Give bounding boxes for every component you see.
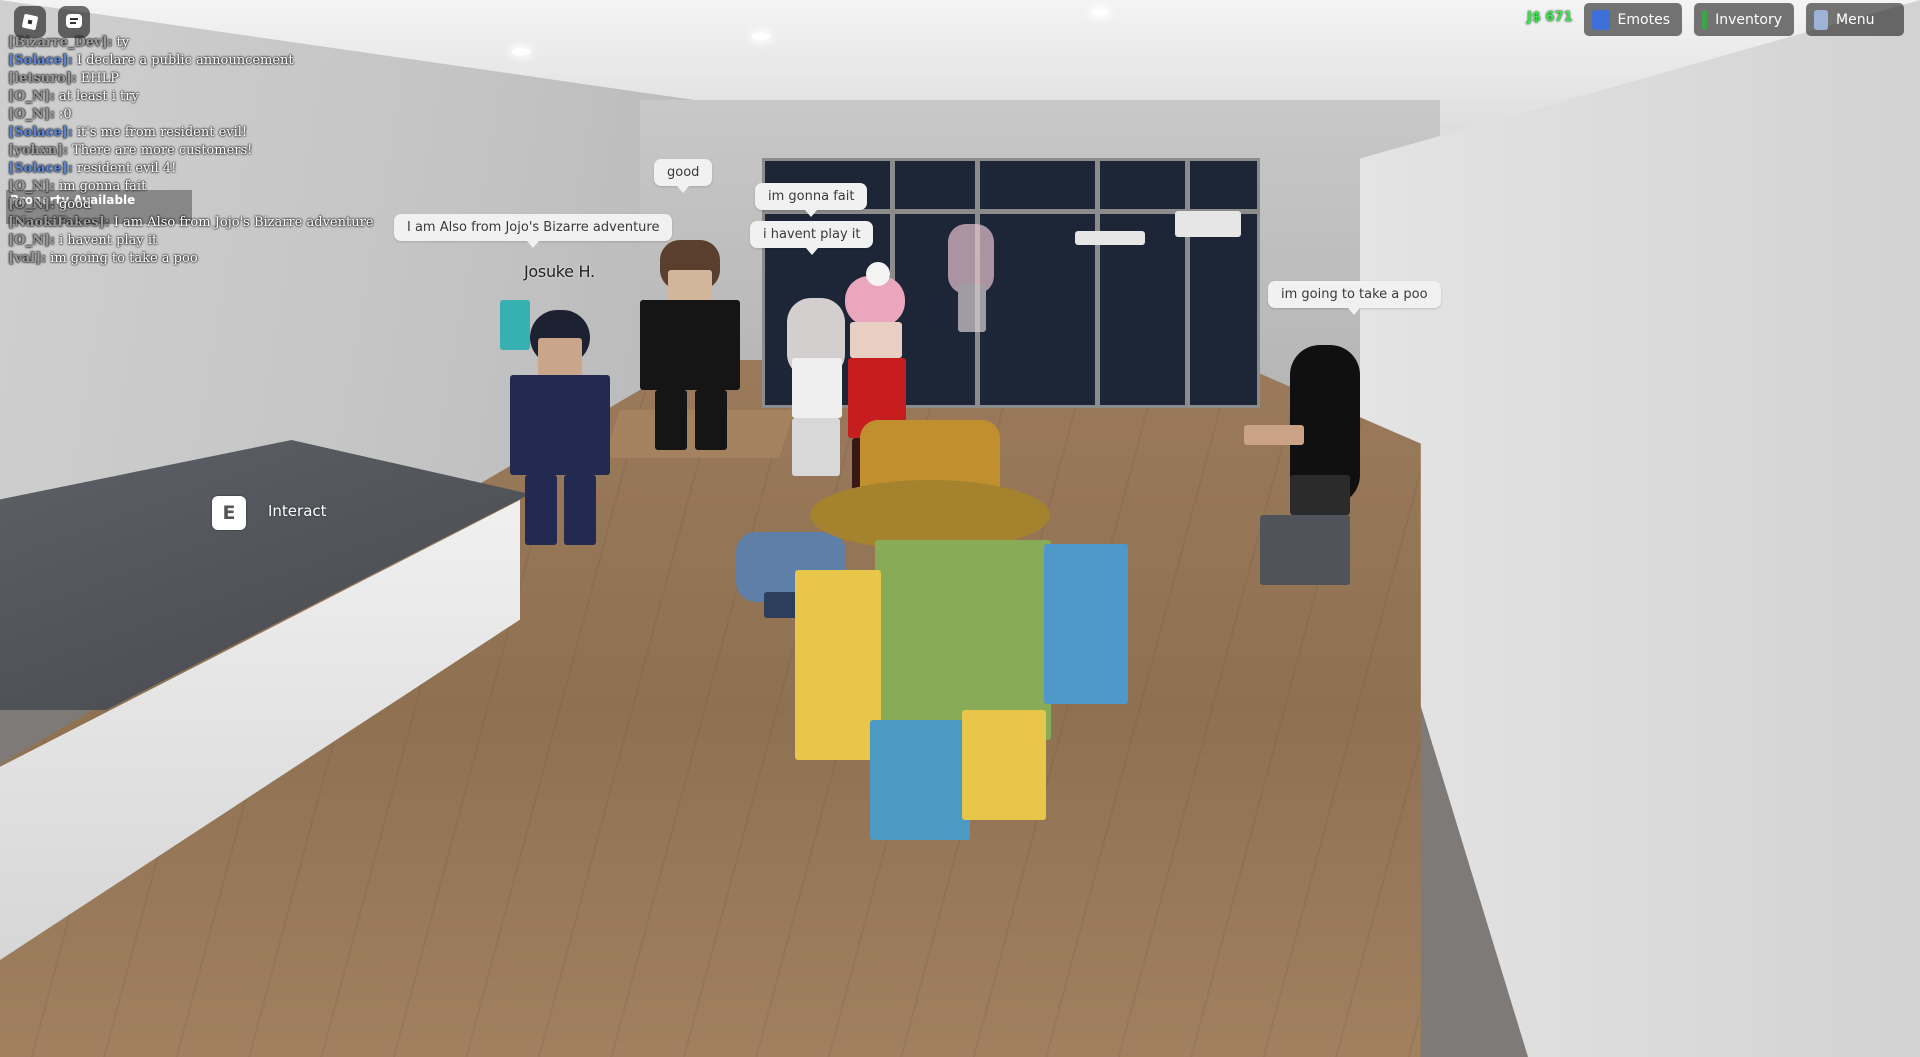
chat-text: There are more customers!: [72, 143, 253, 158]
chat-speaker[interactable]: [O_N]:: [8, 179, 55, 194]
chat-speaker[interactable]: [O_N]:: [8, 107, 55, 122]
chat-message: [O_N]: good: [8, 196, 428, 214]
chat-text: resident evil 4!: [76, 161, 177, 176]
right-wall: [1360, 0, 1920, 1057]
character-suit[interactable]: [640, 240, 750, 455]
interact-label[interactable]: Interact: [268, 502, 327, 520]
menu-button[interactable]: Menu: [1806, 3, 1904, 36]
chat-text: I am Also from Jojo's Bizarre adventure: [113, 215, 374, 230]
emotes-icon: [1592, 9, 1610, 30]
chat-text: i havent play it: [58, 233, 158, 248]
roblox-menu-button[interactable]: [14, 6, 46, 38]
chat-speaker[interactable]: [O_N]:: [8, 89, 55, 104]
backpack-icon: [1702, 9, 1708, 30]
chat-message: [Solace]: I declare a public announcemen…: [8, 52, 428, 70]
emotes-button[interactable]: Emotes: [1584, 3, 1682, 36]
player-nametag: Josuke H.: [524, 262, 595, 281]
chat-message: [Solace]: resident evil 4!: [8, 160, 428, 178]
inventory-label: Inventory: [1715, 11, 1782, 28]
chat-text: I declare a public announcement: [76, 53, 294, 68]
chat-message: [letsuro]: EHLP: [8, 70, 428, 88]
speech-bubble: im going to take a poo: [1268, 281, 1441, 315]
chat-text: ty: [116, 35, 130, 50]
chat-speaker[interactable]: [O_N]:: [8, 197, 55, 212]
chat-text: good: [58, 197, 92, 212]
chat-speaker[interactable]: [NaokiFakes]:: [8, 215, 110, 230]
chat-message: [val]: im going to take a poo: [8, 250, 428, 268]
roblox-logo-icon: [22, 14, 38, 30]
interact-key[interactable]: E: [212, 496, 246, 530]
chat-text: it's me from resident evil!: [76, 125, 248, 140]
speech-bubble: i havent play it: [750, 221, 874, 255]
chat-speaker[interactable]: [Solace]:: [8, 161, 73, 176]
chat-speaker[interactable]: [Solace]:: [8, 125, 73, 140]
chat-text: im going to take a poo: [50, 251, 198, 266]
chat-text: at least i try: [58, 89, 139, 104]
ceiling-light: [1091, 9, 1109, 16]
phone-icon: [1814, 9, 1828, 30]
chat-speaker[interactable]: [yohxn]:: [8, 143, 68, 158]
chat-message: [O_N]: :0: [8, 106, 428, 124]
ceiling-light: [512, 48, 530, 55]
chat-speaker[interactable]: [O_N]:: [8, 233, 55, 248]
chat-message: [O_N]: im gonna fait: [8, 178, 428, 196]
chat-bubble-icon: [66, 14, 82, 28]
inventory-button[interactable]: Inventory: [1694, 3, 1794, 36]
chat-message: [yohxn]: There are more customers!: [8, 142, 428, 160]
emotes-label: Emotes: [1617, 11, 1670, 28]
chat-speaker[interactable]: [Solace]:: [8, 53, 73, 68]
chat-toggle-button[interactable]: [58, 6, 90, 38]
chat-text: :0: [58, 107, 72, 122]
character-josuke[interactable]: [490, 290, 630, 550]
ceiling-light: [752, 33, 770, 40]
speech-bubble: im gonna fait: [755, 183, 868, 217]
player-avatar[interactable]: [790, 420, 1130, 850]
chat-speaker[interactable]: [letsuro]:: [8, 71, 77, 86]
chat-log[interactable]: [Bizarre_Dev]: ty [Solace]: I declare a p…: [8, 34, 428, 268]
chat-text: EHLP: [80, 71, 119, 86]
speech-bubble: good: [654, 159, 713, 193]
chat-speaker[interactable]: [val]:: [8, 251, 46, 266]
chat-text: im gonna fait: [58, 179, 147, 194]
menu-label: Menu: [1836, 11, 1875, 28]
character-pink-ghost[interactable]: [948, 224, 994, 334]
chat-message: [O_N]: at least i try: [8, 88, 428, 106]
chat-message: [NaokiFakes]: I am Also from Jojo's Biza…: [8, 214, 428, 232]
speech-bubble: I am Also from Jojo's Bizarre adventure: [394, 214, 673, 248]
boat: [1175, 211, 1241, 237]
currency-display: J$ 671: [1527, 10, 1573, 25]
chat-message: [Solace]: it's me from resident evil!: [8, 124, 428, 142]
character-black-hair[interactable]: [1240, 345, 1380, 595]
chat-message: [O_N]: i havent play it: [8, 232, 428, 250]
boat: [1075, 231, 1145, 245]
